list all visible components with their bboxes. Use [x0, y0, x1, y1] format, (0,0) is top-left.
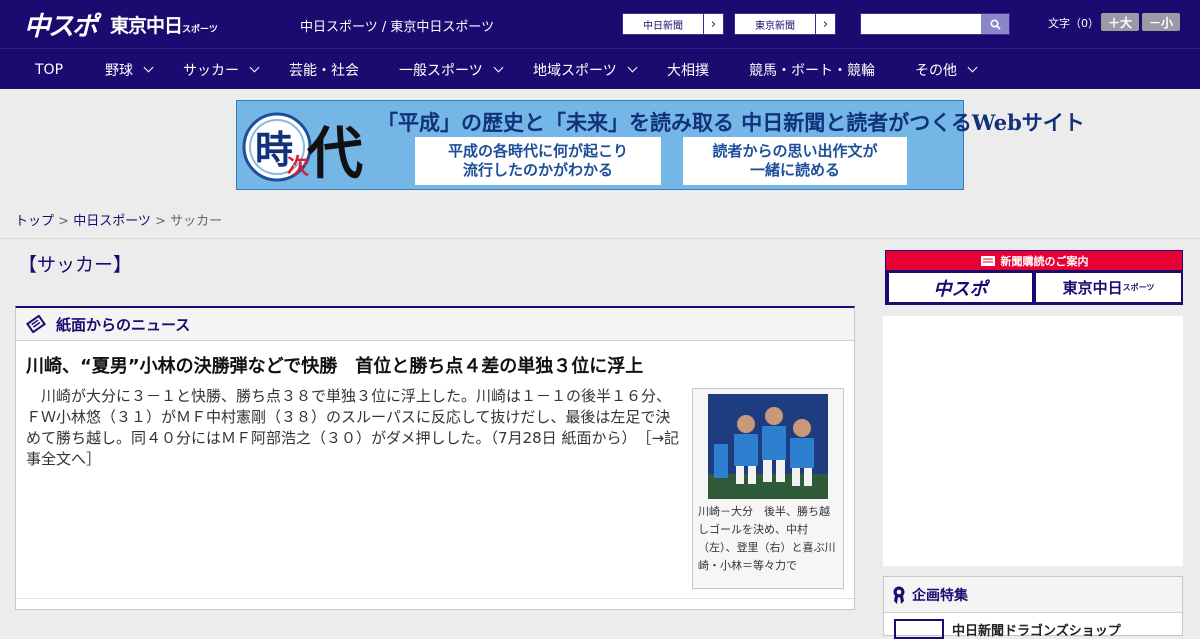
ribbon-icon — [893, 586, 905, 604]
nav-label: 競馬・ボート・競輪 — [749, 62, 875, 79]
subscribe-tokyo-sub: スポーツ — [1122, 283, 1155, 292]
chevron-down-icon — [249, 62, 260, 73]
chevron-right-icon: › — [815, 14, 835, 34]
chevron-down-icon — [967, 62, 978, 73]
site-name-link[interactable]: 中日スポーツ / 東京中日スポーツ — [300, 16, 494, 35]
feature-panel-title: 企画特集 — [912, 587, 968, 604]
subscribe-tokyo-label: 東京中日 — [1062, 279, 1123, 297]
chevron-down-icon — [493, 62, 504, 73]
photo-caption: 川崎－大分 後半、勝ち越しゴールを決め、中村（左）、登里（右）と喜ぶ川崎・小林＝… — [698, 505, 836, 572]
article-photo[interactable] — [708, 394, 828, 499]
banner-kanji-dai: 代 — [307, 121, 363, 187]
ad-slot — [883, 316, 1183, 566]
breadcrumb-separator: > — [150, 214, 171, 229]
nav-top[interactable]: TOP — [35, 49, 63, 90]
breadcrumb-current: サッカー — [170, 214, 223, 229]
nav-label: その他 — [915, 62, 957, 79]
chunichi-shimbun-label: 中日新聞 — [643, 20, 683, 32]
tokyo-chunichi-logo-sub: スポーツ — [182, 25, 218, 35]
subscribe-tokyo-chunichi-button[interactable]: 東京中日 スポーツ — [1036, 273, 1181, 302]
subscription-header: 新聞購読のご案内 — [886, 251, 1182, 270]
heisei-banner[interactable]: 時 次 代 「平成」の歴史と「未来」を読み取る 中日新聞と読者がつくるWebサイ… — [236, 100, 1085, 190]
banner-box-history: 平成の各時代に何が起こり 流行したのかがわかる — [415, 137, 661, 185]
divider — [0, 238, 1200, 239]
nav-sumo[interactable]: 大相撲 — [667, 49, 709, 90]
tokyo-chunichi-logo-text: 東京中日 — [110, 15, 183, 37]
breadcrumb-separator: > — [54, 214, 74, 229]
article-summary: 川崎が大分に３－１と快勝、勝ち点３８で単独３位に浮上した。川崎は１－１の後半１６… — [26, 386, 682, 470]
divider — [16, 598, 854, 599]
search-input[interactable] — [861, 14, 981, 34]
dragons-shop-thumbnail — [894, 619, 944, 639]
banner-box-memories: 読者からの思い出作文が 一緒に読める — [683, 137, 907, 185]
subscription-label: 新聞購読のご案内 — [1000, 254, 1089, 268]
newspaper-icon — [980, 255, 995, 266]
breadcrumb-chunichi-sports[interactable]: 中日スポーツ — [73, 214, 151, 229]
main-nav: TOP 野球 サッカー 芸能・社会 一般スポーツ 地域スポーツ 大相撲 競馬・ボ… — [0, 48, 1200, 89]
nav-soccer[interactable]: サッカー — [183, 49, 260, 90]
chuspo-logo[interactable]: 中スポ — [24, 6, 98, 43]
page-title: 【サッカー】 — [18, 254, 133, 276]
article-headline[interactable]: 川崎、“夏男”小林の決勝弾などで快勝 首位と勝ち点４差の単独３位に浮上 — [26, 352, 643, 378]
nav-racing[interactable]: 競馬・ボート・競輪 — [749, 49, 875, 90]
chunichi-shimbun-link[interactable]: 中日新聞 › — [622, 13, 724, 35]
nav-entertainment[interactable]: 芸能・社会 — [289, 49, 359, 90]
subscription-banner: 新聞購読のご案内 中スポ 東京中日 スポーツ — [885, 250, 1183, 305]
newspaper-icon — [26, 315, 46, 333]
article-photo-box: 川崎－大分 後半、勝ち越しゴールを決め、中村（左）、登里（右）と喜ぶ川崎・小林＝… — [692, 388, 844, 589]
search-button[interactable] — [981, 14, 1009, 34]
tokyo-chunichi-logo[interactable]: 東京中日スポーツ — [110, 11, 218, 38]
breadcrumb: トップ > 中日スポーツ > サッカー — [15, 210, 222, 229]
chevron-down-icon — [627, 62, 638, 73]
chevron-down-icon — [143, 62, 154, 73]
news-panel: 紙面からのニュース 川崎、“夏男”小林の決勝弾などで快勝 首位と勝ち点４差の単独… — [15, 306, 855, 610]
feature-panel-header: 企画特集 — [884, 577, 1182, 613]
nav-label: 地域スポーツ — [533, 62, 617, 79]
nav-general-sports[interactable]: 一般スポーツ — [399, 49, 504, 90]
search-box — [860, 13, 1010, 35]
banner-headline: 「平成」の歴史と「未来」を読み取る 中日新聞と読者がつくるWebサイト — [377, 110, 1085, 135]
news-panel-header: 紙面からのニュース — [16, 308, 854, 341]
nav-other[interactable]: その他 — [915, 49, 978, 90]
article-body-text: 川崎が大分に３－１と快勝、勝ち点３８で単独３位に浮上した。川崎は１－１の後半１６… — [26, 387, 672, 447]
font-size-label: 文字（0） — [1048, 17, 1099, 30]
nav-label: 大相撲 — [667, 62, 709, 79]
soccer-players-photo-icon — [708, 394, 828, 499]
chevron-right-icon: › — [703, 14, 723, 34]
feature-panel: 企画特集 中日新聞ドラゴンズショップ — [883, 576, 1183, 639]
nav-regional-sports[interactable]: 地域スポーツ — [533, 49, 638, 90]
nav-label: 野球 — [105, 62, 133, 79]
font-larger-button[interactable]: ＋大 — [1101, 13, 1139, 31]
feature-item-dragons-shop[interactable]: 中日新聞ドラゴンズショップ — [894, 619, 1121, 639]
nav-label: TOP — [35, 61, 64, 78]
site-header: 中スポ 東京中日スポーツ 中日スポーツ / 東京中日スポーツ 中日新聞 › 東京… — [0, 0, 1200, 48]
nav-label: 一般スポーツ — [399, 62, 483, 79]
banner-kanji-tsugi: 次 — [287, 154, 310, 180]
news-panel-title: 紙面からのニュース — [56, 315, 191, 334]
search-icon — [989, 18, 1001, 30]
font-smaller-button[interactable]: －小 — [1142, 13, 1180, 31]
feature-item-label: 中日新聞ドラゴンズショップ — [952, 623, 1121, 639]
nav-label: サッカー — [183, 62, 239, 79]
tokyo-shimbun-label: 東京新聞 — [755, 20, 795, 32]
nav-baseball[interactable]: 野球 — [105, 49, 154, 90]
subscribe-chuspo-button[interactable]: 中スポ — [889, 273, 1032, 302]
nav-label: 芸能・社会 — [289, 62, 359, 79]
tokyo-shimbun-link[interactable]: 東京新聞 › — [734, 13, 836, 35]
breadcrumb-top[interactable]: トップ — [15, 214, 54, 229]
